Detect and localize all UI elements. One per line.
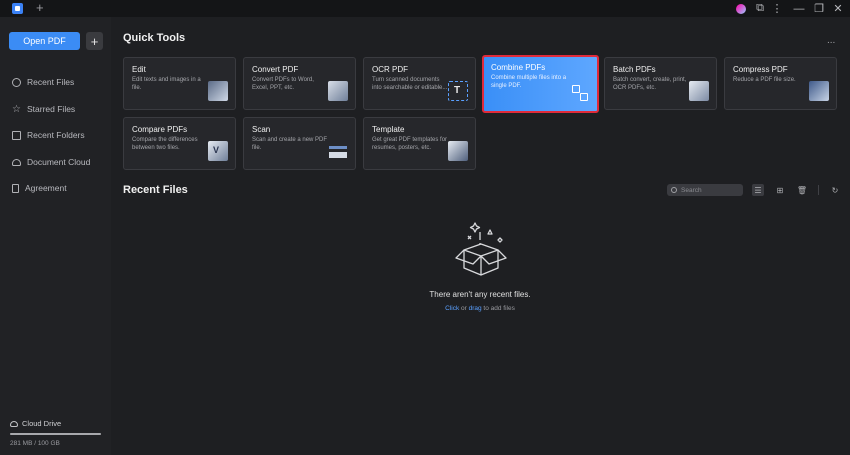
convert-icon	[328, 81, 348, 101]
cloud-drive-link[interactable]: Cloud Drive	[10, 419, 61, 428]
more-options-icon[interactable]: ...	[827, 35, 835, 46]
document-icon	[12, 183, 19, 193]
title-bar: + ⧉ ⋮ — ❐ ✕	[0, 0, 850, 17]
maximize-button[interactable]: ❐	[810, 0, 828, 17]
toolbar-divider	[818, 185, 819, 195]
refresh-icon: ↻	[831, 185, 839, 195]
combine-icon	[570, 83, 590, 103]
empty-state-hint: Click or drag to add files	[380, 305, 580, 312]
trash-icon: 🗑	[796, 185, 808, 195]
cloud-icon	[10, 420, 18, 427]
tool-card-convert-pdf[interactable]: Convert PDF Convert PDFs to Word, Excel,…	[243, 57, 356, 110]
card-description: Convert PDFs to Word, Excel, PPT, etc.	[252, 77, 314, 91]
delete-button[interactable]: 🗑	[796, 184, 808, 196]
card-title: Template	[372, 125, 405, 134]
minimize-button[interactable]: —	[790, 0, 808, 17]
sidebar-item-label: Starred Files	[27, 104, 76, 114]
card-title: Combine PDFs	[491, 63, 546, 72]
list-view-icon: ☰	[754, 185, 762, 195]
card-description: Combine multiple files into a single PDF…	[491, 75, 567, 89]
tool-card-compress-pdf[interactable]: Compress PDF Reduce a PDF file size.	[724, 57, 837, 110]
compress-icon	[809, 81, 829, 101]
tool-card-ocr-pdf[interactable]: OCR PDF Turn scanned documents into sear…	[363, 57, 476, 110]
close-button[interactable]: ✕	[829, 0, 847, 17]
search-icon	[671, 187, 677, 193]
card-description: Edit texts and images in a file.	[132, 77, 201, 91]
tool-card-edit[interactable]: Edit Edit texts and images in a file.	[123, 57, 236, 110]
batch-icon	[689, 81, 709, 101]
list-view-button[interactable]: ☰	[752, 184, 764, 196]
tool-card-compare-pdfs[interactable]: Compare PDFs Compare the differences bet…	[123, 117, 236, 170]
scan-icon	[328, 141, 348, 161]
sidebar-item-label: Agreement	[25, 183, 67, 193]
tool-card-scan[interactable]: Scan Scan and create a new PDF file.	[243, 117, 356, 170]
tool-card-combine-pdfs[interactable]: Combine PDFs Combine multiple files into…	[482, 55, 599, 113]
grid-view-button[interactable]: ⊞	[774, 184, 786, 196]
card-title: Scan	[252, 125, 271, 134]
drag-to-add-link[interactable]: drag	[469, 305, 482, 312]
user-avatar[interactable]	[736, 4, 746, 14]
cloud-drive-label: Cloud Drive	[22, 419, 62, 428]
open-pdf-button[interactable]: Open PDF	[9, 32, 80, 50]
sidebar-item-recent-folders[interactable]: Recent Folders	[12, 128, 85, 142]
sidebar-item-label: Document Cloud	[27, 157, 91, 167]
card-title: Convert PDF	[252, 65, 299, 74]
card-description: Scan and create a new PDF file.	[252, 137, 328, 151]
sidebar: Open PDF + Recent Files ☆ Starred Files …	[0, 17, 111, 455]
card-title: OCR PDF	[372, 65, 408, 74]
create-new-button[interactable]: +	[86, 32, 103, 50]
storage-progress-bar	[10, 433, 101, 435]
card-title: Compare PDFs	[132, 125, 188, 134]
ocr-icon	[448, 81, 468, 101]
refresh-button[interactable]: ↻	[829, 184, 841, 196]
app-logo-icon	[12, 3, 23, 14]
storage-progress-fill	[10, 433, 101, 435]
recent-files-title: Recent Files	[123, 184, 188, 196]
search-field[interactable]	[667, 184, 743, 196]
card-description: Batch convert, create, print, OCR PDFs, …	[613, 77, 687, 91]
card-description: Compare the differences between two file…	[132, 137, 198, 151]
search-input[interactable]	[681, 186, 741, 194]
tool-card-batch-pdfs[interactable]: Batch PDFs Batch convert, create, print,…	[604, 57, 717, 110]
sidebar-item-document-cloud[interactable]: Document Cloud	[12, 155, 90, 169]
new-tab-button[interactable]: +	[36, 0, 44, 16]
sidebar-item-label: Recent Folders	[27, 130, 85, 140]
star-icon: ☆	[12, 103, 21, 115]
sidebar-item-agreement[interactable]: Agreement	[12, 181, 67, 195]
card-description: Get great PDF templates for resumes, pos…	[372, 137, 448, 151]
sidebar-item-label: Recent Files	[27, 77, 75, 87]
click-to-add-link[interactable]: Click	[445, 305, 459, 312]
tool-card-template[interactable]: Template Get great PDF templates for res…	[363, 117, 476, 170]
folder-icon	[12, 130, 21, 140]
hint-rest-text: to add files	[481, 305, 515, 312]
empty-state-title: There aren't any recent files.	[429, 290, 531, 299]
compare-icon	[208, 141, 228, 161]
quick-tools-title: Quick Tools	[123, 32, 186, 44]
cloud-icon	[12, 158, 21, 166]
feedback-icon[interactable]: ⧉	[751, 0, 769, 17]
template-icon	[448, 141, 468, 161]
empty-box-illustration	[455, 222, 507, 276]
more-menu-icon[interactable]: ⋮	[768, 0, 786, 17]
sidebar-item-recent-files[interactable]: Recent Files	[12, 75, 74, 89]
card-description: Turn scanned documents into searchable o…	[372, 77, 448, 91]
storage-usage-text: 281 MB / 100 GB	[10, 440, 60, 447]
card-title: Edit	[132, 65, 146, 74]
edit-icon	[208, 81, 228, 101]
card-title: Compress PDF	[733, 65, 788, 74]
sidebar-item-starred-files[interactable]: ☆ Starred Files	[12, 102, 75, 116]
card-description: Reduce a PDF file size.	[733, 77, 796, 83]
card-title: Batch PDFs	[613, 65, 656, 74]
hint-or-text: or	[459, 305, 469, 312]
clock-icon	[12, 77, 21, 87]
grid-view-icon: ⊞	[776, 185, 784, 195]
